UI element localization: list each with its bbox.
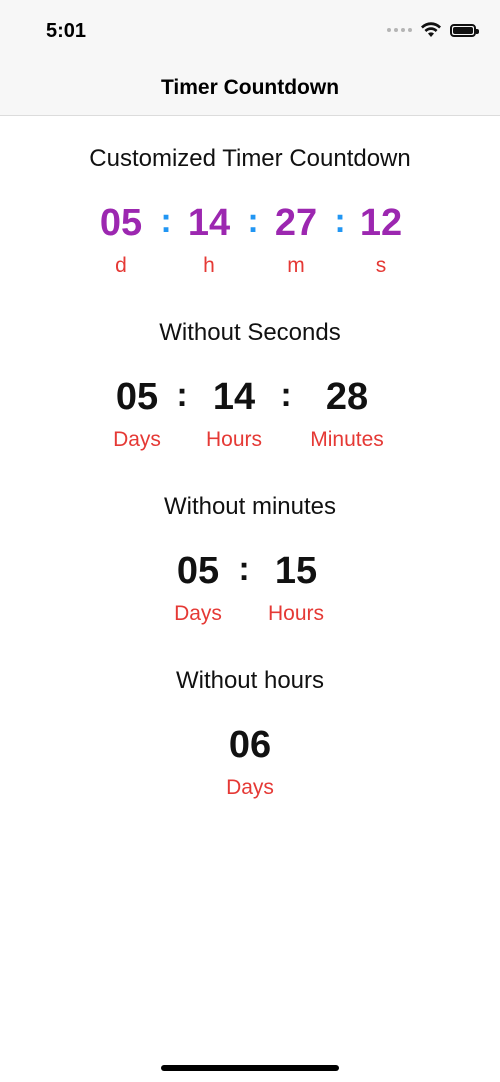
status-bar: 5:01 — [0, 0, 500, 62]
wifi-icon — [421, 22, 441, 37]
custom-section-title: Customized Timer Countdown — [89, 145, 411, 172]
battery-icon — [450, 23, 479, 37]
no-minutes-hours-value: 15 — [274, 550, 318, 592]
status-time: 5:01 — [46, 20, 87, 42]
custom-timer-row: 05 : 14 : 27 : 12 — [0, 201, 500, 245]
custom-minutes-value: 27 — [274, 202, 318, 244]
no-seconds-hours-label: Hours — [205, 428, 263, 451]
no-minutes-days-value: 05 — [176, 550, 220, 592]
home-indicator[interactable] — [161, 1065, 339, 1071]
no-hours-days-value: 06 — [228, 724, 272, 766]
no-seconds-separator: : — [280, 376, 292, 414]
custom-seconds-label: s — [375, 254, 387, 277]
no-minutes-section-title: Without minutes — [163, 493, 337, 520]
no-seconds-section-title: Without Seconds — [159, 319, 341, 346]
no-seconds-hours-value: 14 — [212, 376, 256, 418]
custom-hours-value: 14 — [187, 202, 231, 244]
no-hours-section-title: Without hours — [175, 667, 325, 694]
custom-seconds-value: 12 — [359, 202, 403, 244]
no-seconds-minutes-value: 28 — [325, 376, 369, 418]
no-seconds-timer-row: 05 : 14 : 28 — [0, 375, 500, 419]
no-minutes-hours-label: Hours — [267, 602, 325, 625]
status-icons — [387, 22, 479, 38]
no-seconds-days-value: 05 — [115, 376, 159, 418]
custom-days-value: 05 — [99, 202, 143, 244]
no-hours-days-label: Days — [226, 776, 274, 799]
signal-dots-icon — [387, 28, 412, 32]
navigation-bar: Timer Countdown — [0, 62, 500, 116]
no-minutes-timer-row: 05 : 15 — [0, 549, 500, 593]
page-title: Timer Countdown — [160, 76, 340, 99]
no-hours-timer-row: 06 — [0, 723, 500, 767]
no-seconds-minutes-label: Minutes — [310, 428, 384, 451]
